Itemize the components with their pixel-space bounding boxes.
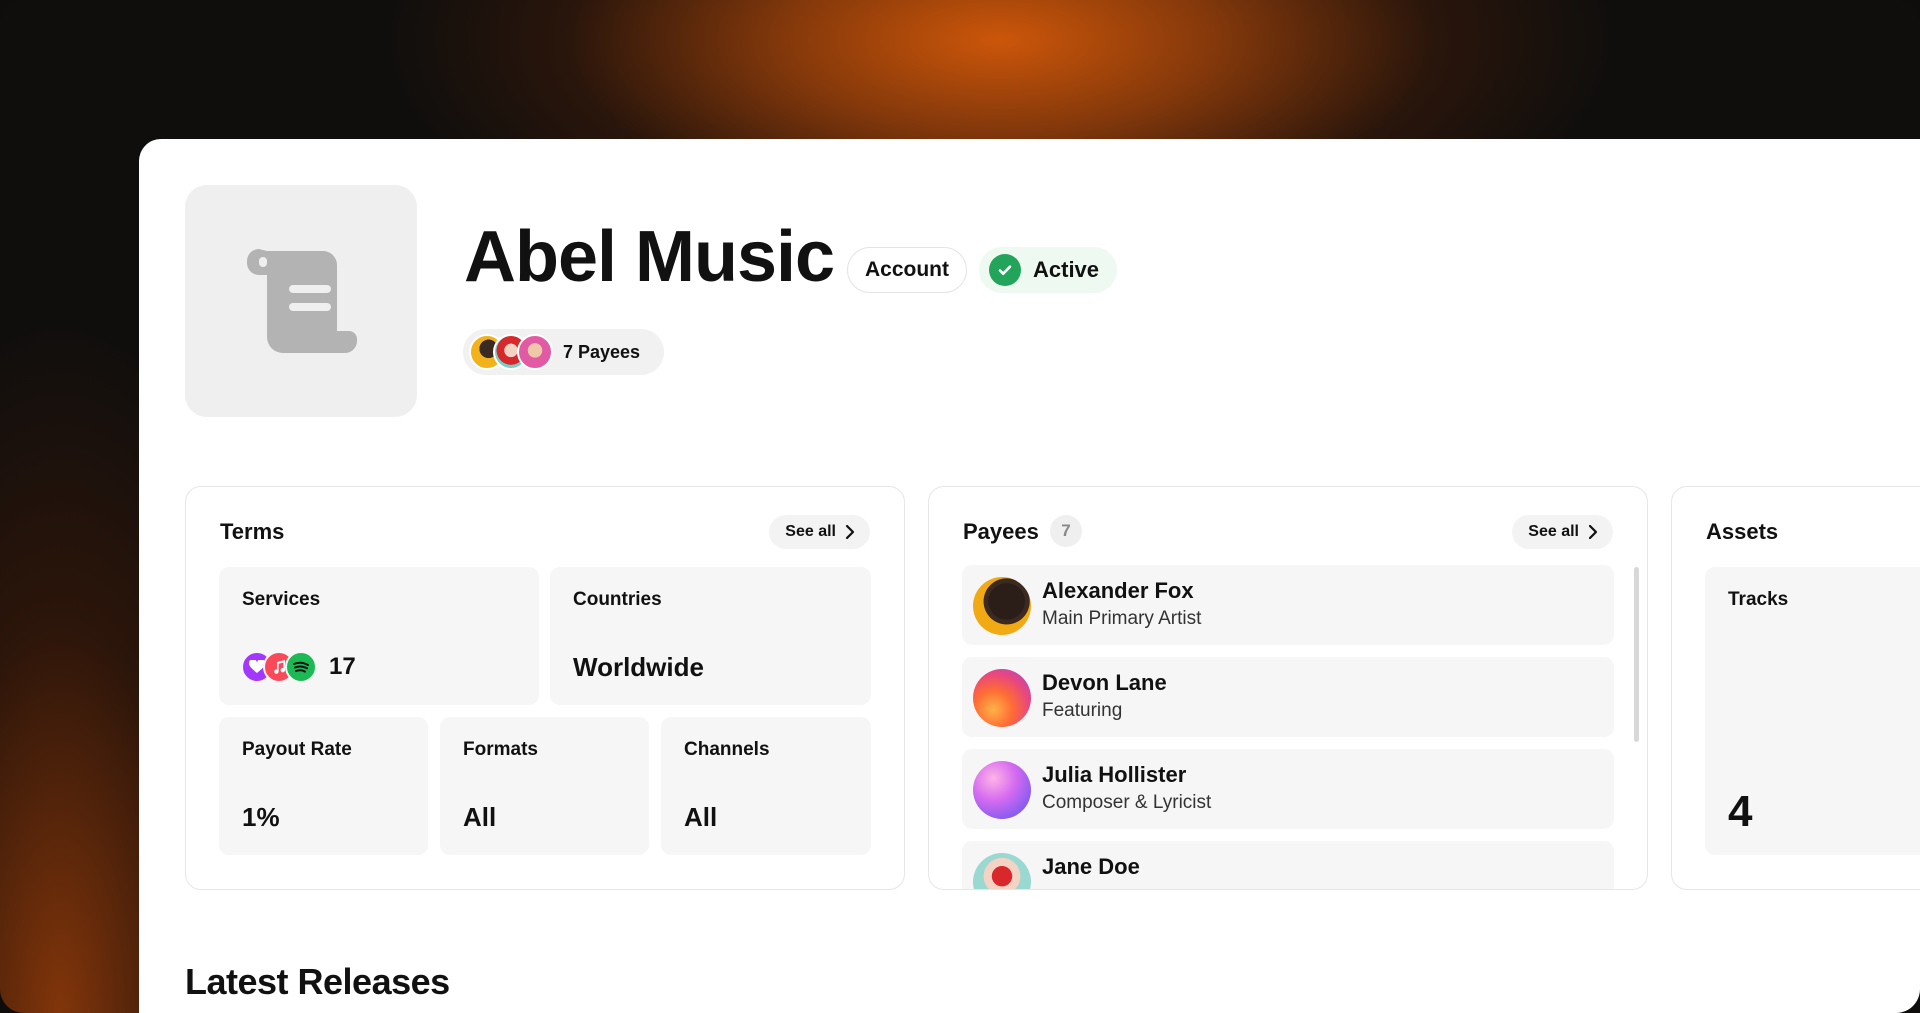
payees-scrollbar[interactable] [1634,567,1639,742]
payee-name: Devon Lane [1042,670,1167,695]
scroll-icon [247,249,357,353]
avatar [973,761,1031,819]
services-label: Services [242,589,321,610]
account-logo [185,185,417,417]
status-label: Active [1033,257,1100,282]
payee-row[interactable]: Devon Lane Featuring [962,657,1614,737]
page-title: Abel Music [464,217,835,297]
payee-name: Julia Hollister [1042,762,1187,787]
app-frame: Abel Music Account Active 7 Payees Terms… [0,0,1920,1013]
formats-value: All [463,802,497,832]
see-all-label: See all [785,523,836,540]
tracks-tile[interactable]: Tracks 4 [1705,567,1920,855]
payees-count-label: 7 Payees [563,341,641,362]
payees-chip[interactable]: 7 Payees [463,329,665,375]
countries-label: Countries [573,589,662,610]
terms-card: Terms See all Services 17 Countries Worl… [185,486,905,890]
payee-row[interactable]: Julia Hollister Composer & Lyricist [962,749,1614,829]
payee-name: Alexander Fox [1042,578,1194,603]
channels-label: Channels [684,739,770,760]
assets-title: Assets [1706,519,1779,544]
main-panel: Abel Music Account Active 7 Payees Terms… [139,139,1920,1013]
avatar [973,577,1031,635]
payees-count-badge: 7 [1050,515,1082,547]
payout-rate-label: Payout Rate [242,739,352,760]
tracks-label: Tracks [1728,589,1789,610]
avatar [973,853,1031,889]
see-all-label: See all [1528,523,1579,540]
payees-card: Payees 7 See all Alexander Fox Main Prim… [928,486,1648,890]
avatar [973,669,1031,727]
countries-tile[interactable]: Countries Worldwide [550,567,871,705]
countries-value: Worldwide [573,652,704,682]
payee-row[interactable]: Alexander Fox Main Primary Artist [962,565,1614,645]
payees-title: Payees [963,519,1039,544]
check-circle-icon [989,254,1021,286]
account-type-badge: Account [847,247,967,293]
formats-label: Formats [463,739,538,760]
services-tile[interactable]: Services 17 [219,567,539,705]
spotify-icon [285,651,317,683]
terms-title: Terms [220,519,285,544]
formats-tile[interactable]: Formats All [440,717,649,855]
tracks-value: 4 [1728,787,1753,836]
assets-card: Assets Tracks 4 [1671,486,1920,890]
payee-role: Composer & Lyricist [1042,792,1212,813]
payee-role: Main Primary Artist [1042,608,1202,629]
status-badge: Active [979,247,1118,293]
payee-row[interactable]: Jane Doe [962,841,1614,889]
channels-value: All [684,802,718,832]
avatar [517,334,553,370]
payout-rate-value: 1% [242,802,280,832]
payee-name: Jane Doe [1042,854,1140,879]
latest-releases-heading: Latest Releases [185,961,450,1002]
payee-avatars [469,334,553,370]
payout-rate-tile[interactable]: Payout Rate 1% [219,717,428,855]
terms-see-all-button[interactable]: See all [769,515,870,549]
channels-tile[interactable]: Channels All [661,717,871,855]
services-icons: 17 [241,651,356,683]
services-count: 17 [329,653,356,680]
payee-role: Featuring [1042,700,1123,721]
payees-see-all-button[interactable]: See all [1512,515,1613,549]
chevron-right-icon [1588,524,1598,540]
chevron-right-icon [845,524,855,540]
